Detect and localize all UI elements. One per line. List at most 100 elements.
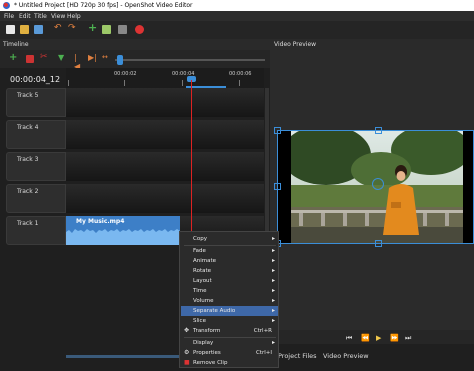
track-lane[interactable]: [66, 88, 264, 117]
track-header[interactable]: Track 5: [6, 88, 66, 117]
track-4[interactable]: Track 4: [6, 120, 264, 149]
save-project-icon[interactable]: [34, 25, 43, 34]
track-3[interactable]: Track 3: [6, 152, 264, 181]
track-header[interactable]: Track 4: [6, 120, 66, 149]
preview-panel-header: Video Preview: [270, 39, 474, 50]
menu-item-separate-audio[interactable]: Separate Audio ▸: [181, 306, 278, 316]
jump-start-icon[interactable]: ⏮: [346, 334, 352, 343]
new-project-icon[interactable]: [6, 25, 15, 34]
zoom-slider-handle[interactable]: [117, 55, 123, 65]
main-toolbar: ↶ ↷ +: [0, 21, 474, 40]
menu-item-label: Time: [193, 288, 207, 294]
tab-project-files[interactable]: Project Files: [278, 352, 317, 360]
menu-item-copy[interactable]: Copy ▸: [181, 234, 278, 244]
track-label: Track 5: [17, 92, 39, 99]
submenu-arrow-icon: ▸: [271, 307, 275, 314]
menu-item-label: Volume: [193, 298, 214, 304]
track-header[interactable]: Track 3: [6, 152, 66, 181]
fast-forward-icon[interactable]: ⏩: [390, 334, 399, 342]
snapping-icon[interactable]: [26, 55, 34, 63]
ruler-tick: [68, 80, 69, 86]
audio-clip[interactable]: My Music.mp4: [66, 216, 180, 245]
openshot-app-icon: [3, 2, 10, 9]
menu-bar: File Edit Title View Help: [0, 11, 474, 21]
timeline-ruler[interactable]: 00:00:02 00:00:04 00:00:06: [66, 68, 264, 88]
track-label: Track 1: [17, 220, 39, 227]
choose-profile-icon[interactable]: [102, 25, 111, 34]
fullscreen-icon[interactable]: [118, 25, 127, 34]
timeline-title: Timeline: [3, 41, 29, 48]
submenu-arrow-icon: ▸: [271, 247, 275, 254]
ruler-tick: [182, 80, 183, 86]
timecode-display: 00:00:04_12: [10, 75, 61, 84]
play-icon[interactable]: ▶: [376, 334, 381, 342]
menu-item-animate[interactable]: Animate ▸: [181, 256, 278, 266]
transform-center-handle[interactable]: [372, 178, 384, 190]
rewind-icon[interactable]: ⏪: [361, 334, 370, 342]
track-label: Track 3: [17, 156, 39, 163]
razor-icon[interactable]: ✂: [40, 52, 48, 62]
window-title: * Untitled Project [HD 720p 30 fps] - Op…: [14, 2, 193, 9]
title-bar: * Untitled Project [HD 720p 30 fps] - Op…: [0, 0, 474, 11]
timeline-panel-header: Timeline: [0, 39, 270, 50]
clip-name: My Music.mp4: [76, 218, 125, 225]
import-files-icon[interactable]: +: [88, 21, 97, 34]
previous-marker-icon[interactable]: |◀: [74, 53, 82, 71]
menu-item-display[interactable]: Display ▸: [181, 338, 278, 348]
center-timeline-icon[interactable]: ↔: [102, 53, 110, 61]
menu-item-layout[interactable]: Layout ▸: [181, 276, 278, 286]
menu-item-rotate[interactable]: Rotate ▸: [181, 266, 278, 276]
next-marker-icon[interactable]: ▶|: [88, 53, 97, 62]
add-marker-icon[interactable]: ▼: [58, 53, 66, 62]
track-header[interactable]: Track 2: [6, 184, 66, 213]
menu-item-volume[interactable]: Volume ▸: [181, 296, 278, 306]
menu-title[interactable]: Title: [34, 13, 47, 20]
menu-item-label: Layout: [193, 278, 212, 284]
audio-waveform: [66, 229, 180, 245]
menu-item-remove-clip[interactable]: ■ Remove Clip: [181, 358, 278, 368]
jump-end-icon[interactable]: ⏭: [405, 334, 411, 343]
track-lane[interactable]: [66, 120, 264, 149]
open-project-icon[interactable]: [20, 25, 29, 34]
menu-item-fade[interactable]: Fade ▸: [181, 246, 278, 256]
transform-icon: ✥: [184, 327, 190, 334]
clip-context-menu: Copy ▸ Fade ▸ Animate ▸ Rotate ▸ Layout ▸ Tim…: [179, 231, 279, 368]
track-lane[interactable]: [66, 184, 264, 213]
track-label: Track 4: [17, 124, 39, 131]
bottom-tabs: Project Files Video Preview: [270, 349, 474, 363]
submenu-arrow-icon: ▸: [271, 277, 275, 284]
zoom-slider-track[interactable]: [115, 59, 265, 61]
track-header[interactable]: Track 1: [6, 216, 66, 245]
track-2[interactable]: Track 2: [6, 184, 264, 213]
ruler-label: 00:00:02: [114, 71, 137, 77]
undo-icon[interactable]: ↶: [54, 23, 63, 33]
timeline-toolbar: + ✂ ▼ |◀ ▶| ↔: [0, 50, 270, 71]
playhead-line[interactable]: [191, 80, 192, 250]
menu-view[interactable]: View: [51, 13, 65, 20]
menu-item-label: Remove Clip: [193, 360, 228, 366]
timeline-vertical-scrollbar[interactable]: [265, 88, 269, 248]
submenu-arrow-icon: ▸: [271, 235, 275, 242]
track-5[interactable]: Track 5: [6, 88, 264, 117]
menu-shortcut: Ctrl+R: [253, 328, 272, 334]
menu-item-label: Fade: [193, 248, 206, 254]
menu-file[interactable]: File: [4, 13, 14, 20]
track-lane[interactable]: [66, 152, 264, 181]
track-label: Track 2: [17, 188, 39, 195]
menu-item-transform[interactable]: ✥ Transform Ctrl+R: [181, 326, 278, 336]
export-video-icon[interactable]: [135, 25, 144, 34]
menu-help[interactable]: Help: [67, 13, 81, 20]
tab-video-preview[interactable]: Video Preview: [323, 352, 369, 360]
ruler-label: 00:00:06: [229, 71, 252, 77]
add-track-icon[interactable]: +: [9, 52, 17, 63]
menu-item-time[interactable]: Time ▸: [181, 286, 278, 296]
submenu-arrow-icon: ▸: [271, 267, 275, 274]
menu-item-label: Copy: [193, 236, 207, 242]
menu-item-label: Rotate: [193, 268, 212, 274]
playback-controls: ⏮ ⏪ ▶ ⏩ ⏭: [270, 330, 474, 344]
menu-item-properties[interactable]: ⚙ Properties Ctrl+I: [181, 348, 278, 358]
preview-title: Video Preview: [274, 41, 317, 48]
menu-item-slice[interactable]: Slice ▸: [181, 316, 278, 326]
menu-edit[interactable]: Edit: [19, 13, 31, 20]
redo-icon[interactable]: ↷: [68, 23, 77, 33]
